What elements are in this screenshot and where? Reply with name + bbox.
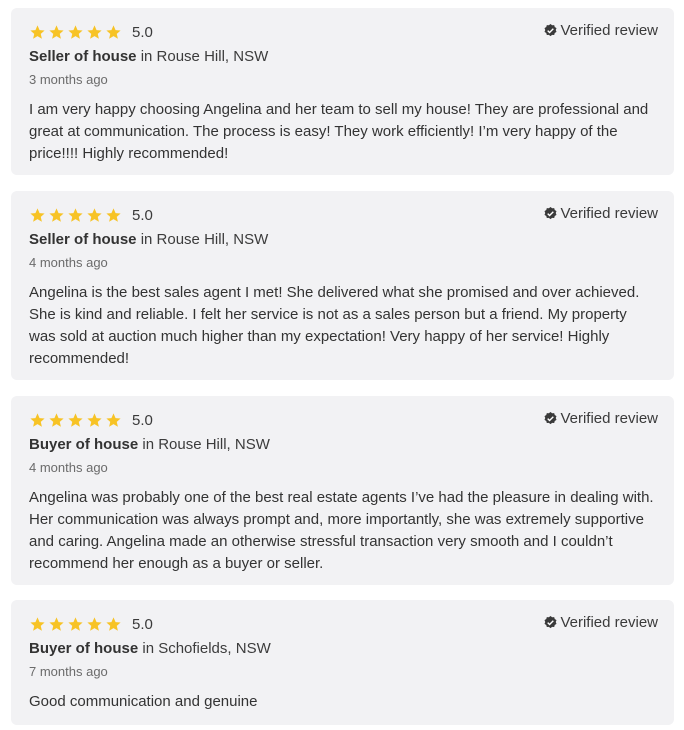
- reviewer-info: Seller of house in Rouse Hill, NSW: [29, 231, 268, 248]
- verified-label: Verified review: [560, 614, 658, 631]
- star-icon: [68, 24, 83, 39]
- rating-score: 5.0: [132, 206, 153, 224]
- review-text: Angelina is the best sales agent I met! …: [29, 284, 640, 367]
- star-icon: [106, 207, 121, 222]
- reviewer-location: in Rouse Hill, NSW: [136, 48, 269, 65]
- star-icon: [49, 24, 64, 39]
- reviewer-location: in Schofields, NSW: [138, 640, 271, 657]
- verified-label: Verified review: [560, 22, 658, 39]
- star-icon: [106, 412, 121, 427]
- star-icon: [87, 412, 102, 427]
- reviewer-info: Buyer of house in Rouse Hill, NSW: [29, 436, 270, 453]
- review-text: Good communication and genuine: [29, 693, 258, 710]
- star-rating: [29, 616, 122, 633]
- review-card: 5.0 Verified review Buyer of house in Ro…: [11, 396, 674, 585]
- star-icon: [68, 616, 83, 631]
- rating-score: 5.0: [132, 615, 153, 633]
- verified-badge-icon: [544, 411, 557, 425]
- reviewer-role: Buyer of house: [29, 640, 139, 657]
- review-card: 5.0 Verified review Buyer of house in Sc…: [11, 600, 674, 725]
- star-icon: [106, 616, 121, 631]
- star-icon: [30, 207, 45, 222]
- review-date: 4 months ago: [29, 460, 108, 475]
- star-rating: [29, 24, 122, 41]
- reviewer-role: Seller of house: [29, 48, 137, 65]
- star-icon: [49, 412, 64, 427]
- reviewer-info: Seller of house in Rouse Hill, NSW: [29, 48, 268, 65]
- star-icon: [87, 616, 102, 631]
- reviewer-role: Seller of house: [29, 231, 137, 248]
- rating-score: 5.0: [132, 411, 153, 429]
- review-text: Angelina was probably one of the best re…: [29, 489, 654, 572]
- reviewer-info: Buyer of house in Schofields, NSW: [29, 640, 271, 657]
- star-icon: [30, 616, 45, 631]
- review-text: I am very happy choosing Angelina and he…: [29, 101, 649, 162]
- reviewer-role: Buyer of house: [29, 436, 139, 453]
- verified-badge-icon: [544, 206, 557, 220]
- review-date: 4 months ago: [29, 255, 108, 270]
- verified-label: Verified review: [560, 410, 658, 427]
- star-icon: [68, 207, 83, 222]
- review-date: 7 months ago: [29, 664, 108, 679]
- review-date: 3 months ago: [29, 72, 108, 87]
- verified-label: Verified review: [560, 205, 658, 222]
- star-icon: [68, 412, 83, 427]
- star-rating: [29, 412, 122, 429]
- star-icon: [87, 24, 102, 39]
- rating-row: 5.0: [29, 20, 153, 44]
- star-icon: [49, 207, 64, 222]
- star-icon: [30, 24, 45, 39]
- verified-badge-icon: [544, 615, 557, 629]
- verified-badge: Verified review: [543, 22, 658, 39]
- verified-badge-icon: [544, 23, 557, 37]
- star-icon: [87, 207, 102, 222]
- reviewer-location: in Rouse Hill, NSW: [136, 231, 269, 248]
- verified-badge: Verified review: [543, 410, 658, 427]
- star-icon: [106, 24, 121, 39]
- rating-row: 5.0: [29, 203, 153, 227]
- review-card: 5.0 Verified review Seller of house in R…: [11, 191, 674, 380]
- star-rating: [29, 207, 122, 224]
- star-icon: [30, 412, 45, 427]
- rating-score: 5.0: [132, 23, 153, 41]
- star-icon: [49, 616, 64, 631]
- rating-row: 5.0: [29, 408, 153, 432]
- verified-badge: Verified review: [543, 205, 658, 222]
- review-card: 5.0 Verified review Seller of house in R…: [11, 8, 674, 175]
- reviewer-location: in Rouse Hill, NSW: [138, 436, 270, 453]
- verified-badge: Verified review: [543, 614, 658, 631]
- rating-row: 5.0: [29, 612, 153, 636]
